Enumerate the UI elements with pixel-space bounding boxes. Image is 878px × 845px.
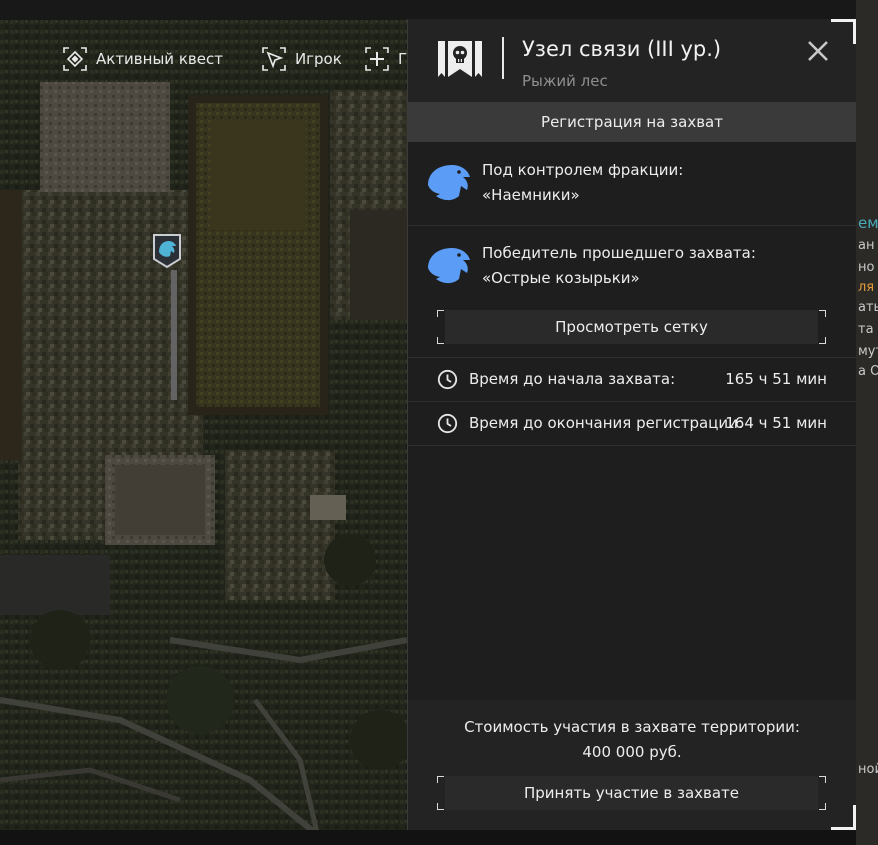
player-arrow-icon (262, 47, 286, 71)
bg-text: мут (858, 344, 878, 359)
plus-icon (365, 47, 389, 71)
skull-banner-icon (438, 41, 482, 77)
winner-label: Победитель прошедшего захвата: (482, 244, 756, 262)
tab-label: Регистрация на захват (541, 113, 723, 131)
winner-faction-name: «Острые козырьки» (482, 269, 640, 287)
timer-label: Время до окончания регистрации: (469, 414, 743, 432)
clock-icon (437, 369, 458, 390)
map-legend: Активный квест Игрок (62, 42, 342, 76)
territory-panel: Узел связи (III ур.) Рыжий лес Регистрац… (407, 19, 856, 830)
button-label: Принять участие в захвате (523, 784, 740, 802)
timer-capture-start: Время до начала захвата: 165 ч 51 мин (408, 358, 856, 402)
panel-header: Узел связи (III ур.) Рыжий лес (408, 19, 856, 102)
legend-player[interactable]: Игрок (261, 46, 342, 72)
join-capture-button[interactable]: Принять участие в захвате (437, 776, 826, 810)
bg-text: а О (858, 364, 878, 379)
legend-label: Игрок (294, 50, 342, 68)
control-label: Под контролем фракции: (482, 161, 684, 179)
control-faction-name: «Наемники» (482, 186, 580, 204)
frame-corner (831, 805, 856, 830)
frame-corner (831, 19, 856, 44)
active-quest-icon (63, 47, 87, 71)
bg-text: та С (858, 322, 878, 337)
cost-value: 400 000 руб. (582, 743, 682, 761)
timer-value: 164 ч 51 мин (725, 414, 827, 432)
tab-registration[interactable]: Регистрация на захват (408, 102, 856, 142)
location-name: Рыжий лес (522, 72, 608, 90)
close-icon[interactable] (806, 39, 830, 63)
eagle-faction-icon (428, 165, 470, 201)
bg-text: ем (858, 214, 878, 232)
timer-value: 165 ч 51 мин (725, 370, 827, 388)
button-label: Просмотреть сетку (555, 318, 708, 336)
view-bracket-button[interactable]: Просмотреть сетку (437, 310, 826, 344)
bg-text: ля (858, 280, 875, 295)
clock-icon (437, 413, 458, 434)
eagle-faction-icon (428, 248, 470, 284)
controlling-faction: Под контролем фракции: «Наемники» (408, 142, 856, 226)
bg-text: ан (858, 238, 875, 253)
cost-label: Стоимость участия в захвате территории: (464, 718, 800, 736)
legend-label: Активный квест (96, 50, 223, 68)
bg-text: но С (858, 260, 878, 275)
page-title: Узел связи (III ур.) (522, 37, 722, 61)
timer-label: Время до начала захвата: (469, 370, 676, 388)
header-divider (502, 37, 504, 79)
legend-item-clipped[interactable]: Г (364, 42, 408, 76)
bg-text: ной (858, 762, 878, 777)
legend-active-quest[interactable]: Активный квест (62, 46, 223, 72)
bg-text: ать с (858, 300, 878, 315)
background-window: ем ан но С ля ать с та С мут а О ной (856, 0, 878, 845)
faction-map-marker[interactable] (150, 232, 184, 270)
previous-winner: Победитель прошедшего захвата: «Острые к… (408, 226, 856, 358)
legend-label: Г (398, 50, 408, 68)
timer-registration-end: Время до окончания регистрации: 164 ч 51… (408, 402, 856, 446)
participation-cost: Стоимость участия в захвате территории: … (408, 700, 856, 830)
